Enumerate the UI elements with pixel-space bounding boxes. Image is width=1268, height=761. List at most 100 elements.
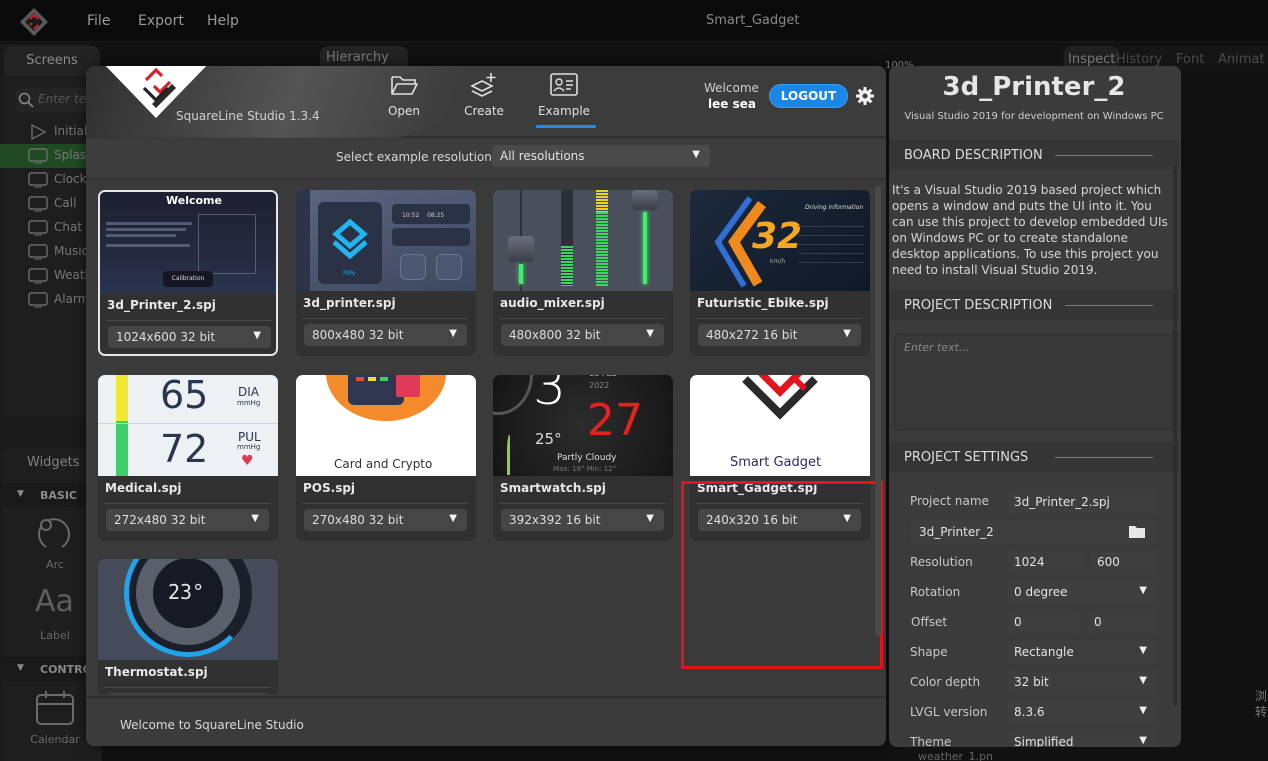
thumb-ring [493, 375, 533, 415]
resolution-width-input[interactable]: 1024 [1008, 550, 1084, 574]
example-resolution-select[interactable]: 800x480 32 bit ▼ [304, 324, 467, 346]
screen-item-call[interactable]: Call [0, 192, 100, 216]
shape-value: Rectangle [1014, 645, 1074, 659]
example-card-pos[interactable]: Card and Crypto POS.spj 270x480 32 bit ▼ [296, 375, 476, 541]
dropdown-arrow-icon: ▼ [251, 513, 259, 524]
example-card-3d-printer[interactable]: 70% 10:52 08:25 3d_printer.spj 800x480 3… [296, 190, 476, 356]
thumb-timer: 10:52 08:25 [392, 204, 470, 224]
search-placeholder: Enter te [38, 92, 87, 106]
example-card-smartwatch[interactable]: 3 18 FEB 2022 27 25° Partly Cloudy Max: … [493, 375, 673, 541]
label-widget-icon[interactable]: Aa [35, 584, 74, 619]
thumb-meter [561, 190, 573, 246]
divider [302, 318, 468, 319]
username: lee sea [708, 97, 756, 111]
printer-drawing [198, 214, 256, 274]
screens-search-input[interactable]: Enter te [16, 88, 96, 112]
menu-export[interactable]: Export [138, 13, 184, 29]
screen-item-music[interactable]: Music [0, 240, 100, 264]
screen-item-splash[interactable]: Splash [0, 144, 100, 168]
example-card-thermostat[interactable]: 23° Thermostat.spj ▼ [98, 559, 278, 694]
nav-open[interactable]: Open [368, 72, 440, 130]
screen-label: Initial [54, 124, 88, 138]
thumb-line [106, 234, 176, 237]
offset-x-input[interactable]: 0 [1008, 610, 1080, 634]
divider [106, 320, 272, 321]
nav-example[interactable]: Example [528, 72, 600, 130]
screen-label: Music [54, 244, 89, 258]
arc-widget-icon[interactable] [34, 515, 74, 555]
resolution-height-input[interactable]: 600 [1091, 550, 1159, 574]
section-basic[interactable]: ▼ BASIC [0, 483, 100, 507]
example-card-3d-printer-2[interactable]: Welcome Calibration 3d_Printer_2.spj 102… [98, 190, 278, 356]
screen-item-chat[interactable]: Chat [0, 216, 100, 240]
menu-file[interactable]: File [87, 13, 110, 29]
rotation-select[interactable]: 0 degree ▼ [1008, 580, 1159, 604]
screen-item-clock[interactable]: Clock [0, 168, 100, 192]
calendar-widget-icon[interactable] [35, 690, 75, 726]
filter-label: Select example resolution [336, 150, 492, 164]
dropdown-arrow-icon: ▼ [449, 513, 457, 524]
example-resolution-select[interactable]: 480x800 32 bit ▼ [501, 324, 664, 346]
example-resolution-select[interactable]: 270x480 32 bit ▼ [304, 509, 467, 531]
grid-scrollbar[interactable] [875, 186, 881, 636]
example-card-futuristic-ebike[interactable]: 32 km/h Driving information Futuristic_E… [690, 190, 870, 356]
tab-hierarchy[interactable]: Hierarchy [320, 46, 408, 68]
theme-select[interactable]: Simplified ▼ [1008, 730, 1159, 747]
play-icon [31, 124, 47, 140]
screen-item-initial[interactable]: Initial [0, 120, 100, 144]
dropdown-arrow-icon: ▼ [1139, 735, 1147, 746]
thumb-text: Card and Crypto [334, 457, 433, 471]
thumb-text: km/h [770, 258, 786, 265]
screen-item-weather[interactable]: Weath [0, 264, 100, 288]
gear-icon[interactable] [855, 86, 875, 106]
example-card-medical[interactable]: 65 DIA mmHg 72 PUL mmHg ♥ Medical.spj 27… [98, 375, 278, 541]
menu-help[interactable]: Help [207, 13, 239, 29]
example-card-audio-mixer[interactable]: audio_mixer.spj 480x800 32 bit ▼ [493, 190, 673, 356]
monitor-icon [28, 268, 48, 284]
widgets-title: Widgets [27, 455, 80, 470]
nav-create[interactable]: Create [448, 72, 520, 130]
section-title: BOARD DESCRIPTION [904, 148, 1043, 163]
dropdown-arrow-icon: ▼ [692, 149, 700, 160]
folder-icon[interactable] [1129, 525, 1145, 538]
dropdown-arrow-icon: ▼ [646, 328, 654, 339]
screen-item-alarm[interactable]: Alarm [0, 288, 100, 312]
example-resolution-select[interactable]: ▼ [106, 693, 269, 694]
thumb-line [106, 228, 186, 231]
tab-animation[interactable]: Animat [1218, 46, 1264, 70]
project-name-input[interactable]: 3d_Printer_2.spj [1008, 490, 1159, 514]
resolution-value: 800x480 32 bit [312, 328, 404, 342]
screen-label: Clock [54, 172, 87, 186]
thumb-stop [436, 254, 462, 280]
background-text-line: 浏 [1255, 689, 1268, 703]
example-resolution-select[interactable]: 392x392 16 bit ▼ [501, 509, 664, 531]
offset-y-input[interactable]: 0 [1088, 610, 1159, 634]
resolution-select[interactable]: All resolutions ▼ [492, 145, 710, 167]
project-folder-input[interactable]: 3d_Printer_2 [911, 520, 1159, 544]
example-resolution-select[interactable]: 1024x600 32 bit ▼ [108, 326, 271, 348]
thumb-meter-green [561, 246, 573, 286]
example-name: Smartwatch.spj [500, 481, 606, 495]
dropdown-arrow-icon: ▼ [1139, 585, 1147, 596]
monitor-icon [28, 148, 48, 164]
logout-button[interactable]: LOGOUT [769, 84, 848, 108]
shape-select[interactable]: Rectangle ▼ [1008, 640, 1159, 664]
example-resolution-select[interactable]: 272x480 32 bit ▼ [106, 509, 269, 531]
app-version: SquareLine Studio 1.3.4 [176, 109, 320, 123]
project-description-input[interactable]: Enter text... [894, 334, 1181, 430]
section-controller[interactable]: ▼ CONTRO [0, 657, 100, 681]
example-thumbnail: Card and Crypto [296, 375, 476, 476]
example-resolution-select[interactable]: 480x272 16 bit ▼ [698, 324, 861, 346]
example-thumbnail: 65 DIA mmHg 72 PUL mmHg ♥ [98, 375, 278, 476]
color-depth-select[interactable]: 32 bit ▼ [1008, 670, 1159, 694]
dropdown-arrow-icon: ▼ [449, 328, 457, 339]
detail-scrollbar[interactable] [1173, 166, 1177, 706]
footer-status: Welcome to SquareLine Studio [120, 718, 304, 732]
resolution-value: 270x480 32 bit [312, 513, 404, 527]
project-subtitle: Visual Studio 2019 for development on Wi… [904, 111, 1164, 122]
thumb-line [106, 244, 190, 247]
dropdown-arrow-icon: ▼ [1139, 645, 1147, 656]
tab-font[interactable]: Font [1176, 46, 1204, 70]
lvgl-version-select[interactable]: 8.3.6 ▼ [1008, 700, 1159, 724]
thumb-fader [508, 236, 534, 262]
